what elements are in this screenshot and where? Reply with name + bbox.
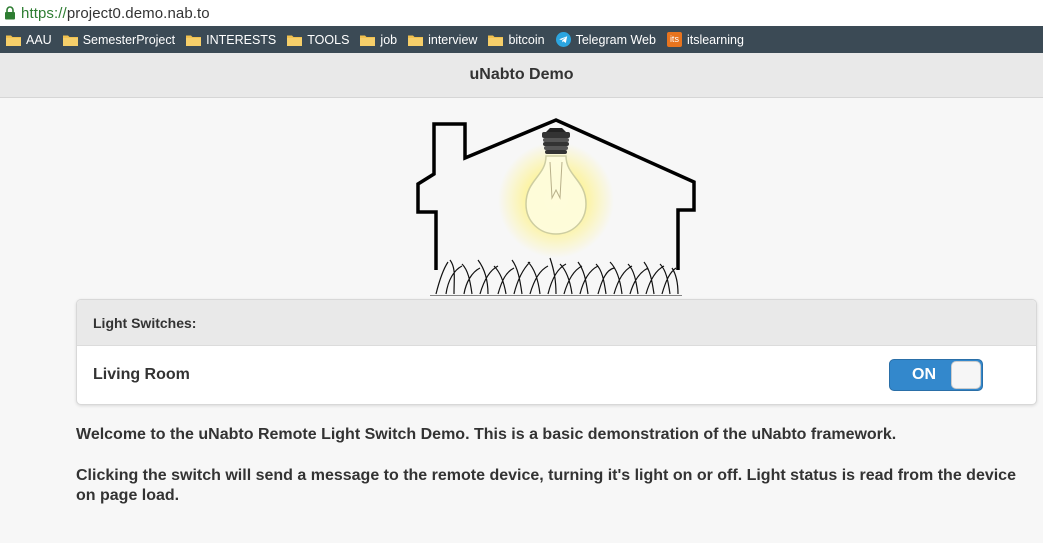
bookmark-itslearning[interactable]: its itslearning xyxy=(666,32,744,47)
lightbulb-icon xyxy=(525,128,587,235)
telegram-icon xyxy=(555,32,571,47)
bookmark-label: itslearning xyxy=(686,32,744,47)
bookmark-label: AAU xyxy=(26,32,52,47)
bookmark-semesterproject[interactable]: SemesterProject xyxy=(62,32,176,47)
card-title: Light Switches: xyxy=(93,314,197,331)
card-header: Light Switches: xyxy=(77,300,1036,346)
bookmark-telegram-web[interactable]: Telegram Web xyxy=(555,32,656,47)
intro-text: Welcome to the uNabto Remote Light Switc… xyxy=(76,426,897,443)
folder-icon xyxy=(62,34,78,46)
page-title: uNabto Demo xyxy=(469,66,574,83)
address-bar[interactable]: https://project0.demo.nab.to xyxy=(0,0,1043,26)
bookmark-label: interview xyxy=(428,32,478,47)
folder-icon xyxy=(360,34,376,46)
toggle-knob[interactable] xyxy=(951,360,981,389)
bookmark-label: bitcoin xyxy=(508,32,545,47)
bookmark-label: job xyxy=(380,32,398,47)
bookmark-tools[interactable]: TOOLS xyxy=(287,33,349,47)
folder-icon xyxy=(186,34,202,46)
itslearning-icon: its xyxy=(666,32,682,47)
living-room-toggle[interactable]: ON xyxy=(889,358,983,391)
bookmark-aau[interactable]: AAU xyxy=(6,33,52,47)
bookmarks-bar: AAU SemesterProject INTERESTS TOOLS job … xyxy=(0,26,1043,53)
switch-label: Living Room xyxy=(93,365,190,383)
bookmark-job[interactable]: job xyxy=(360,33,397,47)
page-header: uNabto Demo xyxy=(0,53,1043,98)
switch-row-living-room: Living Room ON xyxy=(77,346,1036,403)
url-scheme: https:// xyxy=(21,4,67,22)
bookmark-interview[interactable]: interview xyxy=(408,33,477,47)
url-host: project0.demo.nab.to xyxy=(66,4,210,22)
url-text[interactable]: https://project0.demo.nab.to xyxy=(21,5,210,22)
bookmark-label: SemesterProject xyxy=(82,32,176,47)
itslearning-badge: its xyxy=(666,32,682,47)
folder-icon xyxy=(488,34,504,46)
folder-icon xyxy=(6,34,21,46)
toggle-state-text: ON xyxy=(912,365,936,383)
bookmark-interests[interactable]: INTERESTS xyxy=(186,33,276,47)
lock-icon xyxy=(4,6,16,20)
bookmark-label: Telegram Web xyxy=(575,32,656,47)
bookmark-bitcoin[interactable]: bitcoin xyxy=(488,32,545,47)
folder-icon xyxy=(287,34,303,46)
bookmark-label: INTERESTS xyxy=(206,32,277,47)
light-switches-card: Light Switches: Living Room ON xyxy=(76,299,1037,405)
details-text: Clicking the switch will send a message … xyxy=(76,467,1016,504)
house-lightbulb-image xyxy=(410,118,702,297)
bookmark-label: TOOLS xyxy=(307,32,350,47)
folder-icon xyxy=(408,34,424,46)
